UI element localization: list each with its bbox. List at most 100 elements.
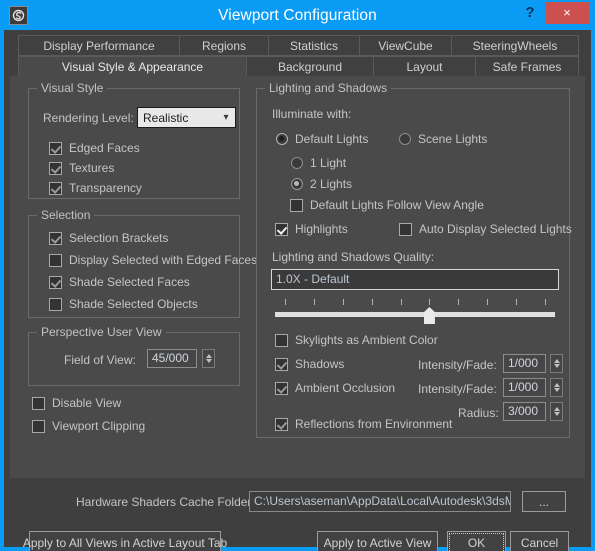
radio-dot — [291, 178, 303, 190]
spinner-down-icon — [553, 364, 560, 368]
checkbox-selection-brackets[interactable]: Selection Brackets — [49, 231, 168, 245]
radio-dot — [276, 133, 288, 145]
close-button[interactable]: × — [545, 2, 589, 24]
perspective-user-view-group: Perspective User View Field of View: 45/… — [28, 325, 240, 386]
spinner-up-icon — [553, 407, 560, 411]
checkbox-box — [275, 417, 288, 431]
ok-button[interactable]: OK — [447, 531, 506, 551]
checkbox-skylights-as-ambient-color[interactable]: Skylights as Ambient Color — [275, 333, 438, 347]
chevron-down-icon: ▾ — [223, 112, 229, 123]
content-panel: Visual Style Rendering Level: Realistic … — [10, 76, 585, 478]
radio-dot — [399, 133, 411, 145]
checkbox-label: Shade Selected Faces — [69, 275, 190, 289]
checkbox-reflections-from-environment[interactable]: Reflections from Environment — [275, 417, 452, 431]
checkbox-box — [49, 275, 62, 289]
quality-value-field[interactable]: 1.0X - Default — [271, 269, 559, 290]
tab-display-performance[interactable]: Display Performance — [18, 35, 179, 56]
shadows-intensity-spinner[interactable] — [550, 354, 563, 373]
checkbox-label: Edged Faces — [69, 141, 140, 155]
rendering-level-dropdown[interactable]: Realistic ▾ — [137, 107, 236, 128]
checkbox-label: Ambient Occlusion — [295, 381, 396, 395]
cancel-button[interactable]: Cancel — [510, 531, 569, 551]
tab-row-secondary: Visual Style & Appearance Background Layou… — [18, 56, 579, 77]
window-title: Viewport Configuration — [218, 7, 377, 24]
slider-thumb[interactable] — [423, 307, 435, 324]
checkbox-shade-selected-objects[interactable]: Shade Selected Objects — [49, 297, 198, 311]
tab-safe-frames[interactable]: Safe Frames — [475, 56, 579, 77]
apply-active-view-button[interactable]: Apply to Active View — [317, 531, 438, 551]
tab-layout[interactable]: Layout — [373, 56, 475, 77]
apply-all-views-button[interactable]: Apply to All Views in Active Layout Tab — [23, 531, 227, 551]
lighting-and-shadows-group: Lighting and Shadows Illuminate with: De… — [256, 81, 572, 438]
checkbox-ambient-occlusion[interactable]: Ambient Occlusion — [275, 381, 395, 395]
radio-two-lights[interactable]: 2 Lights — [291, 177, 352, 191]
checkbox-box — [49, 231, 62, 245]
spinner-up-icon — [553, 383, 560, 387]
tab-statistics[interactable]: Statistics — [268, 35, 359, 56]
checkbox-box — [32, 396, 45, 410]
quality-slider[interactable] — [275, 299, 555, 325]
spinner-up-icon — [553, 359, 560, 363]
ao-radius-input[interactable]: 3/000 — [503, 402, 546, 421]
checkbox-auto-display-selected-lights[interactable]: Auto Display Selected Lights — [399, 222, 572, 236]
checkbox-box — [49, 161, 62, 175]
field-of-view-label: Field of View: — [64, 353, 136, 367]
browse-button[interactable]: ... — [522, 491, 566, 512]
field-of-view-input[interactable]: 45/000 — [147, 349, 197, 368]
checkbox-box — [399, 222, 412, 236]
ao-intensity-label: Intensity/Fade: — [418, 382, 497, 396]
slider-tick — [545, 299, 546, 305]
checkbox-label: Display Selected with Edged Faces — [69, 253, 258, 267]
tab-visual-style-appearance[interactable]: Visual Style & Appearance — [18, 56, 246, 77]
slider-tick — [342, 299, 344, 305]
slider-track[interactable] — [275, 312, 555, 317]
checkbox-shade-selected-faces[interactable]: Shade Selected Faces — [49, 275, 190, 289]
dialog-body: Display Performance Regions Statistics View… — [4, 30, 591, 551]
tab-regions[interactable]: Regions — [179, 35, 268, 56]
checkbox-shadows[interactable]: Shadows — [275, 357, 344, 371]
spinner-down-icon — [553, 388, 560, 392]
radio-default-lights[interactable]: Default Lights — [276, 132, 368, 146]
checkbox-label: Default Lights Follow View Angle — [310, 198, 484, 212]
perspective-group-label: Perspective User View — [37, 325, 166, 339]
visual-style-group-label: Visual Style — [37, 81, 108, 95]
slider-tick — [516, 299, 518, 305]
quality-label: Lighting and Shadows Quality: — [272, 250, 435, 264]
cache-folder-label: Hardware Shaders Cache Folder: — [76, 495, 255, 509]
checkbox-label: Highlights — [295, 222, 348, 236]
radio-label: Default Lights — [295, 132, 369, 146]
tab-background[interactable]: Background — [246, 56, 373, 77]
checkbox-textures[interactable]: Textures — [49, 161, 114, 175]
slider-tick — [487, 299, 489, 305]
checkbox-box — [49, 141, 62, 155]
checkbox-disable-view[interactable]: Disable View — [32, 396, 121, 410]
ao-radius-spinner[interactable] — [550, 402, 563, 421]
slider-tick — [371, 299, 373, 305]
shadows-intensity-input[interactable]: 1/000 — [503, 354, 546, 373]
checkbox-viewport-clipping[interactable]: Viewport Clipping — [32, 419, 145, 433]
checkbox-display-selected-with-edged-faces[interactable]: Display Selected with Edged Faces — [49, 253, 257, 267]
cache-folder-input[interactable]: C:\Users\aseman\AppData\Local\Autodesk\3… — [249, 491, 511, 512]
radio-dot — [291, 157, 303, 169]
checkbox-box — [49, 181, 62, 195]
checkbox-box — [275, 222, 288, 236]
field-of-view-spinner[interactable] — [202, 349, 215, 368]
radio-one-light[interactable]: 1 Light — [291, 156, 346, 170]
tab-row-primary: Display Performance Regions Statistics View… — [18, 35, 579, 56]
ao-intensity-input[interactable]: 1/000 — [503, 378, 546, 397]
radio-scene-lights[interactable]: Scene Lights — [399, 132, 487, 146]
spinner-down-icon — [553, 412, 560, 416]
tab-viewcube[interactable]: ViewCube — [359, 35, 451, 56]
checkbox-transparency[interactable]: Transparency — [49, 181, 142, 195]
title-bar: Viewport Configuration ? × — [0, 0, 595, 30]
ao-intensity-spinner[interactable] — [550, 378, 563, 397]
spinner-up-icon — [205, 354, 212, 358]
spinner-down-icon — [205, 359, 212, 363]
help-button[interactable]: ? — [519, 1, 541, 25]
checkbox-edged-faces[interactable]: Edged Faces — [49, 141, 140, 155]
checkbox-highlights[interactable]: Highlights — [275, 222, 348, 236]
tab-steeringwheels[interactable]: SteeringWheels — [451, 35, 579, 56]
checkbox-box — [275, 333, 288, 347]
checkbox-default-lights-follow-view-angle[interactable]: Default Lights Follow View Angle — [290, 198, 484, 212]
radio-label: 2 Lights — [310, 177, 353, 191]
